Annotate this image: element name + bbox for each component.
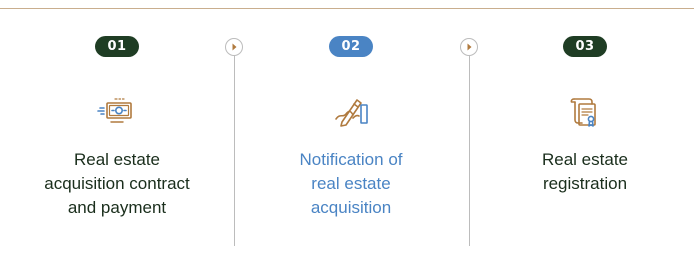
step-number-badge: 03 — [563, 36, 607, 57]
process-steps: 01 Real estate acquisition contract and … — [0, 0, 694, 268]
step-label: Notification of real estate acquisition — [299, 150, 403, 217]
certificate-document-icon — [565, 91, 605, 131]
signature-pen-icon — [331, 91, 371, 131]
step-label: Real estate registration — [542, 150, 628, 193]
step-number-badge: 01 — [95, 36, 139, 57]
step-label: Real estate acquisition contract and pay… — [44, 150, 190, 217]
step-1: 01 Real estate acquisition contract and … — [0, 0, 234, 268]
step-divider — [234, 47, 235, 246]
chevron-right-icon — [460, 38, 478, 56]
step-divider — [469, 47, 470, 246]
step-2: 02 Notification of real estate acquisiti… — [234, 0, 468, 268]
step-number-badge: 02 — [329, 36, 373, 57]
money-payment-icon — [97, 91, 137, 131]
chevron-right-icon — [225, 38, 243, 56]
step-3: 03 Real estate registration — [468, 0, 694, 268]
